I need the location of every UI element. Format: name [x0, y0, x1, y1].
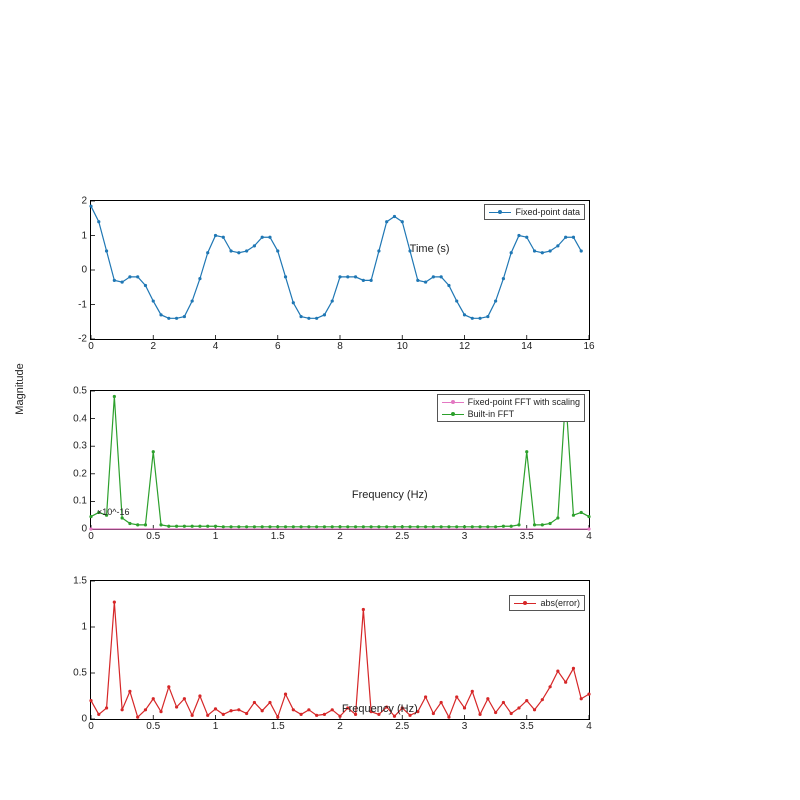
series-line [91, 602, 589, 717]
legend-entry: abs(error) [540, 597, 580, 609]
ytick-label: 0.2 [47, 468, 91, 479]
xtick-label: 0.5 [146, 529, 160, 542]
subplot-time: Time (s) Fixed-point data 0246810121416-… [90, 200, 590, 340]
legend-time: Fixed-point data [484, 204, 585, 220]
xtick-label: 2 [337, 719, 343, 732]
ytick-label: -2 [47, 334, 91, 345]
ytick-label: 0.5 [47, 386, 91, 397]
xtick-label: 6 [275, 339, 281, 352]
subplot-error: Frequency (Hz) abs(error) 00.511.522.533… [90, 580, 590, 720]
xtick-label: 1 [213, 529, 219, 542]
ytick-label: 0 [47, 265, 91, 276]
xtick-label: 3 [462, 719, 468, 732]
legend-entry: Fixed-point FFT with scaling [468, 396, 580, 408]
ytick-label: 0.5 [47, 668, 91, 679]
xtick-label: 1 [213, 719, 219, 732]
ytick-label: 1 [47, 230, 91, 241]
exp-tag: ×10^-16 [97, 507, 130, 517]
legend-entry: Fixed-point data [515, 206, 580, 218]
xtick-label: 2 [337, 529, 343, 542]
xtick-label: 3.5 [520, 719, 534, 732]
xtick-label: 4 [213, 339, 219, 352]
legend-error: abs(error) [509, 595, 585, 611]
xtick-label: 2 [150, 339, 156, 352]
xtick-label: 4 [586, 719, 592, 732]
xtick-label: 16 [583, 339, 594, 352]
xtick-label: 1.5 [271, 529, 285, 542]
legend-fft: Fixed-point FFT with scaling Built-in FF… [437, 394, 585, 422]
ytick-label: -1 [47, 299, 91, 310]
ytick-label: 0.4 [47, 413, 91, 424]
ytick-label: 0 [47, 714, 91, 725]
ytick-label: 0 [47, 524, 91, 535]
xtick-label: 3.5 [520, 529, 534, 542]
xtick-label: 0.5 [146, 719, 160, 732]
xtick-label: 1.5 [271, 719, 285, 732]
xtick-label: 14 [521, 339, 532, 352]
xtick-label: 10 [397, 339, 408, 352]
xtick-label: 4 [586, 529, 592, 542]
ytick-label: 1 [47, 622, 91, 633]
ytick-label: 2 [47, 196, 91, 207]
series-line [91, 206, 581, 318]
xtick-label: 3 [462, 529, 468, 542]
xtick-label: 12 [459, 339, 470, 352]
shared-ylabel: Magnitude [14, 363, 26, 414]
xlabel-error: Frequency (Hz) [342, 703, 418, 715]
legend-entry: Built-in FFT [468, 408, 515, 420]
xtick-label: 2.5 [395, 529, 409, 542]
ytick-label: 1.5 [47, 576, 91, 587]
ytick-label: 0.3 [47, 441, 91, 452]
xlabel-time: Time (s) [410, 243, 450, 255]
xlabel-fft: Frequency (Hz) [352, 489, 428, 501]
ytick-label: 0.1 [47, 496, 91, 507]
xtick-label: 8 [337, 339, 343, 352]
figure: Magnitude Time (s) Fixed-point data 0246… [60, 200, 600, 740]
subplot-fft: ×10^-16 Frequency (Hz) Fixed-point FFT w… [90, 390, 590, 530]
xtick-label: 2.5 [395, 719, 409, 732]
